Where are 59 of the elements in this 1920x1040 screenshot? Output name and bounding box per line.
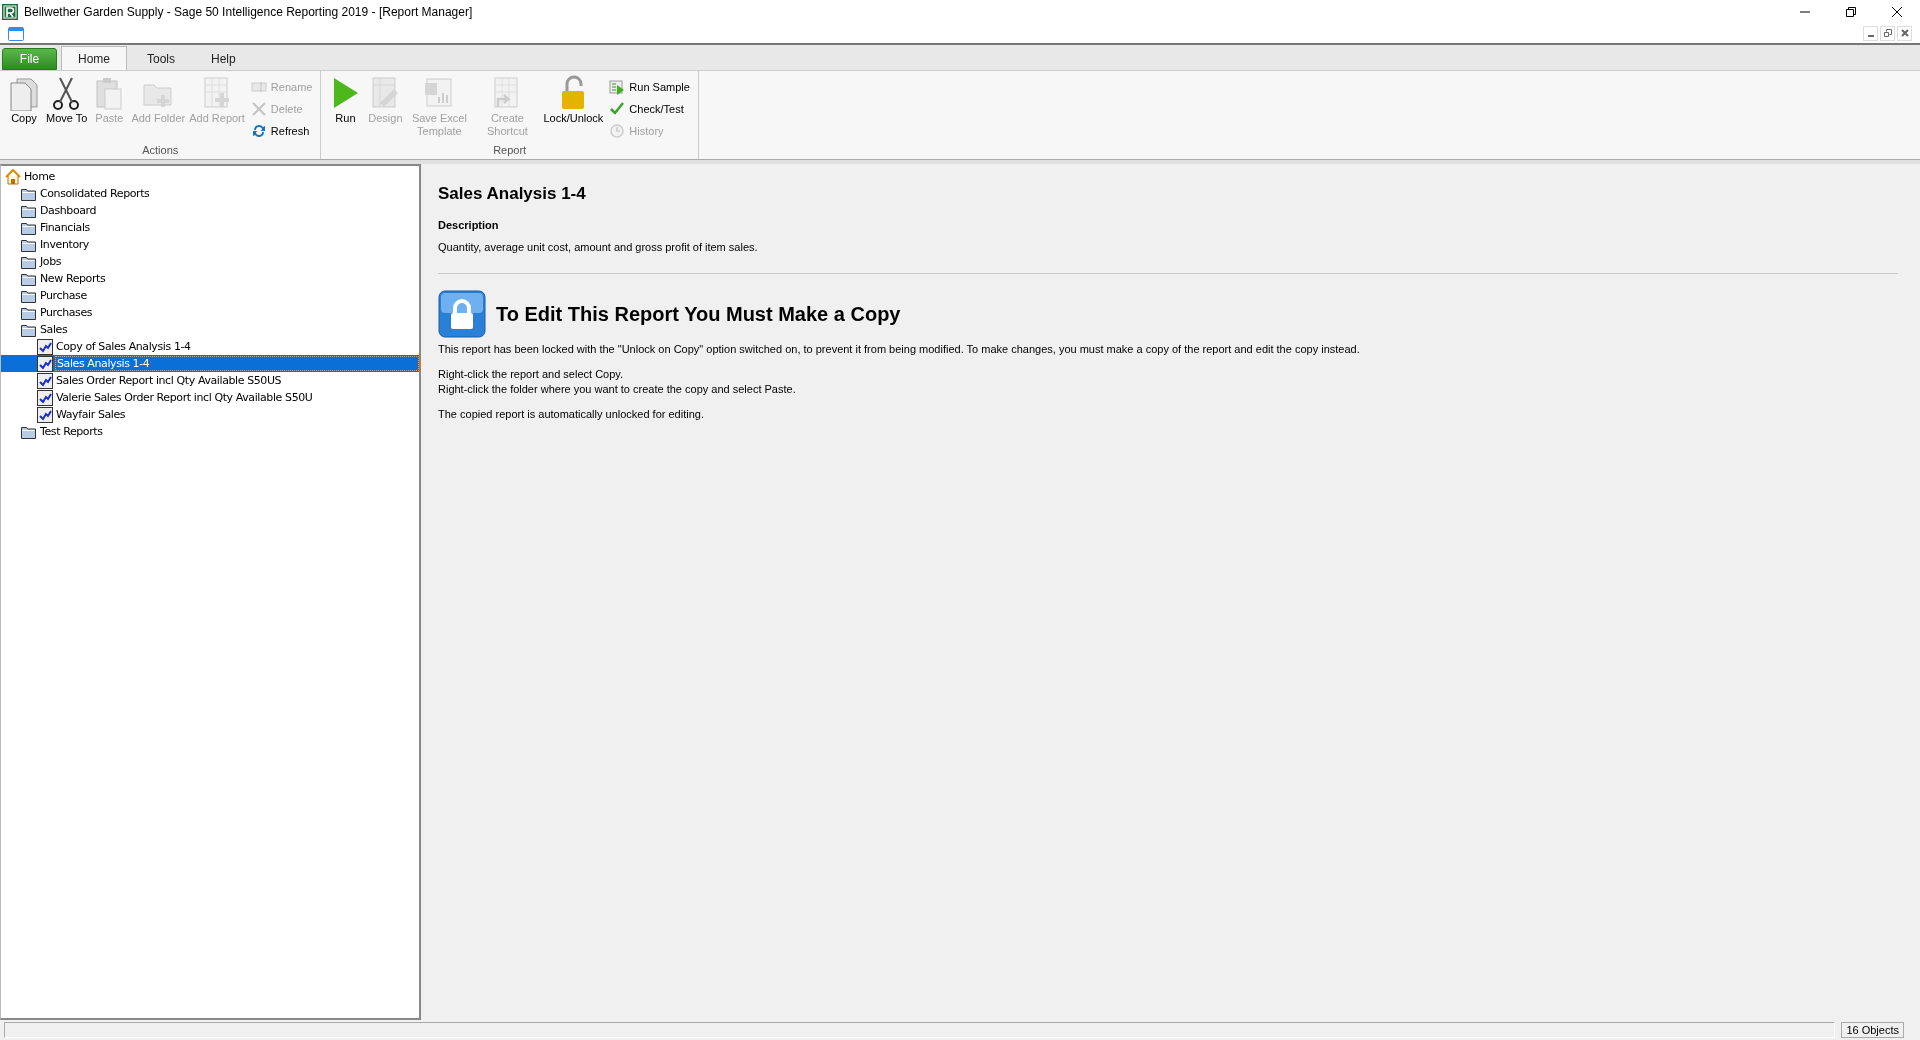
tree-item[interactable]: Purchase: [39, 289, 88, 302]
notice-heading: To Edit This Report You Must Make a Copy: [496, 302, 901, 326]
document-window-icon: [8, 26, 24, 41]
report-icon: [37, 355, 53, 372]
tree-item[interactable]: Copy of Sales Analysis 1-4: [55, 340, 192, 353]
tree-item[interactable]: Sales Order Report incl Qty Available S50US: [55, 374, 283, 387]
notice-text: This report has been locked with the "Unlock on Copy" option switched on, to prevent it from being modified. To make changes, you must make a copy of the report and edit the copy instead.: [438, 342, 1361, 357]
refresh-icon: [250, 122, 267, 139]
ribbon-button[interactable]: Refresh: [250, 121, 313, 140]
tree-item[interactable]: Valerie Sales Order Report incl Qty Available S50U: [55, 391, 314, 404]
tree-item[interactable]: Financials: [39, 221, 91, 234]
copy-icon: [7, 75, 41, 111]
home-icon: [5, 168, 21, 185]
tree-item[interactable]: Consolidated Reports: [39, 187, 151, 200]
tree-item[interactable]: Sales: [39, 323, 69, 336]
close-button[interactable]: [1897, 26, 1912, 41]
close-icon: [1891, 6, 1903, 18]
report-icon: [37, 372, 53, 389]
ribbon-button[interactable]: Run: [325, 75, 366, 144]
minimize-button[interactable]: [1863, 26, 1878, 41]
restore-icon: [1883, 29, 1892, 37]
notice-text: The copied report is automatically unlocked for editing.: [438, 407, 705, 422]
object-count: 16 Objects: [1841, 1022, 1904, 1038]
notice-text: Right-click the report and select Copy.: [438, 367, 625, 382]
report-icon: [37, 338, 53, 355]
tree-item[interactable]: Jobs: [39, 255, 63, 268]
window-title: Bellwether Garden Supply - Sage 50 Intelligence Reporting 2019 - [Report Manager]: [24, 5, 474, 19]
checkmark-icon: [609, 100, 626, 117]
ribbon-button[interactable]: Move To: [44, 75, 90, 144]
tree-item[interactable]: Inventory: [39, 238, 90, 251]
group-label: Report: [492, 144, 528, 158]
description-label: Description: [438, 219, 500, 231]
padlock-icon: [438, 290, 486, 338]
tree-item[interactable]: New Reports: [39, 272, 107, 285]
ribbon-button[interactable]: Run Sample: [609, 77, 690, 96]
notice-text: Right-click the folder where you want to create the copy and select Paste.: [438, 382, 797, 397]
delete-icon: [250, 100, 267, 117]
tree-item[interactable]: Purchases: [39, 306, 94, 319]
tree-item[interactable]: Home: [23, 170, 56, 183]
tree-item[interactable]: Sales Analysis 1-4: [55, 356, 419, 371]
minimize-icon: [1867, 35, 1874, 37]
ribbon-button[interactable]: Check/Test: [609, 99, 690, 118]
ribbon-button[interactable]: Lock/Unlock: [541, 75, 606, 144]
close-icon: [1900, 29, 1909, 37]
restore-icon: [1845, 6, 1857, 18]
description-text: Quantity, average unit cost, amount and gross profit of item sales.: [438, 241, 759, 253]
report-icon: [37, 389, 53, 406]
report-title: Sales Analysis 1-4: [438, 184, 587, 204]
clock-icon: [609, 122, 626, 139]
run-sample-icon: [609, 78, 626, 95]
tree-item[interactable]: Dashboard: [39, 204, 98, 217]
ribbon-tab[interactable]: Help: [195, 48, 252, 70]
ribbon-button[interactable]: Copy: [4, 75, 44, 144]
tree-item[interactable]: Test Reports: [39, 425, 104, 438]
group-label: Actions: [141, 144, 180, 158]
tree-item[interactable]: Wayfair Sales: [55, 408, 127, 421]
ribbon-tab[interactable]: Tools: [131, 48, 192, 70]
ribbon-tab[interactable]: Home: [61, 46, 127, 70]
report-icon: [37, 406, 53, 423]
